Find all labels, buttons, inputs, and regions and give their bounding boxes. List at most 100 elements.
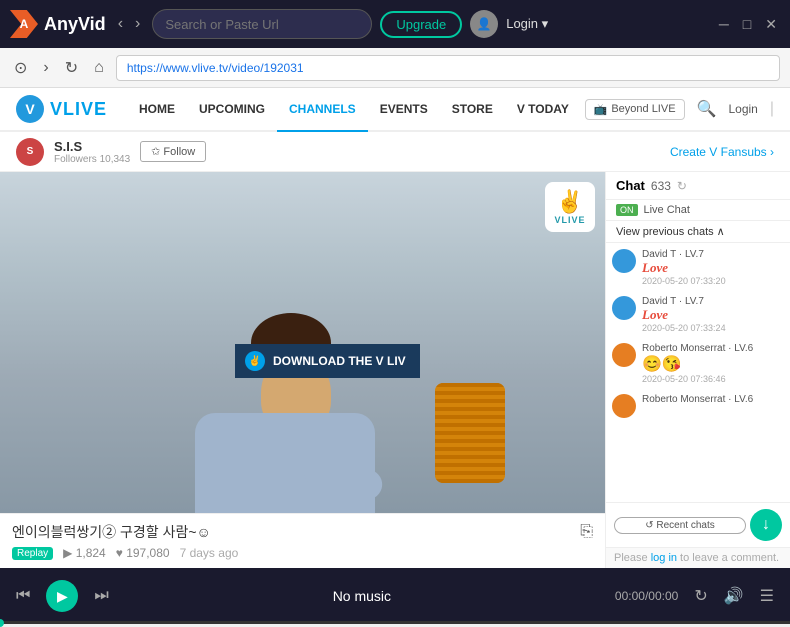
download-button[interactable]: ↓ [750, 509, 782, 541]
chat-refresh-icon[interactable]: ↻ [677, 179, 687, 193]
chat-messages: David T · LV.7 Love 2020-05-20 07:33:20 … [606, 243, 790, 502]
view-count: ▶ 1,824 [63, 546, 106, 560]
download-banner-icon: ✌ [245, 351, 265, 371]
app-name: AnyVid [44, 14, 106, 35]
url-field[interactable] [116, 55, 780, 81]
play-button[interactable]: ▶ [46, 580, 78, 612]
chat-time: 2020-05-20 07:33:24 [642, 323, 784, 333]
nav-beyond-live[interactable]: 📺Beyond LIVE [585, 99, 685, 120]
chat-text: Love [642, 260, 784, 276]
follow-button[interactable]: ✩ Follow [140, 141, 206, 162]
chat-body: David T · LV.7 Love 2020-05-20 07:33:24 [642, 296, 784, 333]
maximize-button[interactable]: □ [740, 16, 754, 33]
minimize-button[interactable]: ─ [716, 16, 732, 33]
window-controls: ─ □ ✕ [716, 16, 780, 33]
next-button[interactable]: ⏭ [94, 587, 108, 605]
vlive-logo: V VLIVE [16, 95, 107, 123]
chat-avatar [612, 394, 636, 418]
close-button[interactable]: ✕ [762, 16, 780, 33]
channel-header: S S.I.S Followers 10,343 ✩ Follow Create… [0, 132, 790, 172]
nav-item-events[interactable]: EVENTS [368, 88, 440, 132]
chat-footer: ↺ Recent chats ↓ [606, 502, 790, 547]
chat-time: 2020-05-20 07:33:20 [642, 276, 784, 286]
chat-message: David T · LV.7 Love 2020-05-20 07:33:24 [612, 296, 784, 333]
nav-item-home[interactable]: HOME [127, 88, 187, 132]
back-arrow[interactable]: ‹ [114, 13, 127, 35]
address-bar: ⊙ › ↻ ⌂ [0, 48, 790, 88]
login-button[interactable]: Login ▾ [506, 16, 548, 32]
volume-button[interactable]: 🔊 [724, 586, 744, 606]
nav-arrows: ‹ › [114, 13, 145, 35]
nav-item-vtoday[interactable]: V TODAY [505, 88, 581, 132]
chat-input-area: Please log in to leave a comment. [606, 547, 790, 568]
vlive-logo-icon: V [16, 95, 44, 123]
chat-text: 😊😘 [642, 354, 784, 374]
chat-title: Chat [616, 178, 645, 193]
chat-avatar [612, 249, 636, 273]
recent-chats-button[interactable]: ↺ Recent chats [614, 517, 746, 534]
channel-info: S.I.S Followers 10,343 [54, 139, 130, 165]
chat-body: Roberto Monserrat · LV.6 😊😘 2020-05-20 0… [642, 343, 784, 384]
chat-username: David T · LV.7 [642, 249, 784, 260]
chat-login-link[interactable]: log in [651, 552, 677, 564]
chat-username: David T · LV.7 [642, 296, 784, 307]
download-banner-text: DOWNLOAD THE V LIV [273, 354, 406, 368]
nav-item-store[interactable]: STORE [440, 88, 505, 132]
chat-mode: ON Live Chat [606, 200, 790, 221]
download-banner[interactable]: ✌ DOWNLOAD THE V LIV [235, 344, 420, 378]
view-previous-chats[interactable]: View previous chats ∧ [606, 221, 790, 243]
replay-badge: Replay [12, 547, 53, 560]
vlive-watermark: ✌ VLIVE [545, 182, 595, 232]
title-bar: A AnyVid ‹ › Upgrade 👤 Login ▾ ─ □ ✕ [0, 0, 790, 48]
video-background: ✌ VLIVE ✌ DOWNLOAD THE V LIV [0, 172, 605, 513]
chat-username: Roberto Monserrat · LV.6 [642, 343, 784, 354]
channel-avatar: S [16, 138, 44, 166]
chat-body: David T · LV.7 Love 2020-05-20 07:33:20 [642, 249, 784, 286]
music-title: No music [125, 588, 599, 604]
chat-message: Roberto Monserrat · LV.6 😊😘 2020-05-20 0… [612, 343, 784, 384]
back-button[interactable]: ⊙ [10, 56, 31, 80]
search-bar[interactable] [152, 9, 372, 39]
chat-header: Chat 633 ↻ [606, 172, 790, 200]
app-logo: A AnyVid [10, 10, 106, 38]
live-chat-label: Live Chat [644, 204, 690, 216]
vlive-logo-text: VLIVE [50, 99, 107, 120]
prev-button[interactable]: ⏮ [16, 587, 30, 605]
chat-message: David T · LV.7 Love 2020-05-20 07:33:20 [612, 249, 784, 286]
forward-arrow[interactable]: › [131, 13, 144, 35]
chat-username: Roberto Monserrat · LV.6 [642, 394, 784, 405]
nav-item-channels[interactable]: CHANNELS [277, 88, 368, 132]
chat-login-prompt: Please log in to leave a comment. [614, 552, 779, 564]
upgrade-button[interactable]: Upgrade [380, 11, 462, 38]
logo-icon: A [10, 10, 38, 38]
nav-item-upcoming[interactable]: UPCOMING [187, 88, 277, 132]
vlive-navigation: V VLIVE HOME UPCOMING CHANNELS EVENTS ST… [0, 88, 790, 132]
playlist-button[interactable]: ☰ [760, 586, 774, 606]
like-count: ♥ 197,080 [116, 546, 170, 560]
nav-login[interactable]: Login [728, 102, 757, 116]
chat-avatar [612, 343, 636, 367]
video-player[interactable]: ✌ VLIVE ✌ DOWNLOAD THE V LIV ⏸ 🔊 ━━━ 00:… [0, 172, 605, 513]
search-input[interactable] [165, 17, 359, 32]
chat-time: 2020-05-20 07:36:46 [642, 374, 784, 384]
share-button[interactable]: ⎘ [580, 523, 593, 541]
forward-button[interactable]: › [39, 57, 52, 79]
repeat-button[interactable]: ↻ [694, 586, 707, 606]
nav-separator: | [770, 100, 774, 118]
search-icon[interactable]: 🔍 [697, 99, 717, 119]
chat-count: 633 [651, 179, 671, 193]
refresh-button[interactable]: ↻ [61, 56, 82, 80]
chat-text: Love [642, 307, 784, 323]
toy-figure [435, 383, 505, 483]
video-info: 엔이의블럭쌍기② 구경할 사람~☺ ⎘ Replay ▶ 1,824 ♥ 197… [0, 513, 605, 568]
create-fansubs-link[interactable]: Create V Fansubs › [670, 145, 774, 159]
video-meta: Replay ▶ 1,824 ♥ 197,080 7 days ago [12, 546, 593, 560]
video-title: 엔이의블럭쌍기② 구경할 사람~☺ [12, 522, 211, 542]
music-player: ⏮ ▶ ⏭ No music 00:00/00:00 ↻ 🔊 ☰ [0, 568, 790, 624]
channel-followers: Followers 10,343 [54, 154, 130, 165]
nav-right: 📺Beyond LIVE 🔍 Login | [585, 99, 774, 120]
chat-avatar [612, 296, 636, 320]
time-ago: 7 days ago [180, 546, 239, 560]
chat-body: Roberto Monserrat · LV.6 [642, 394, 784, 418]
home-button[interactable]: ⌂ [90, 57, 108, 79]
